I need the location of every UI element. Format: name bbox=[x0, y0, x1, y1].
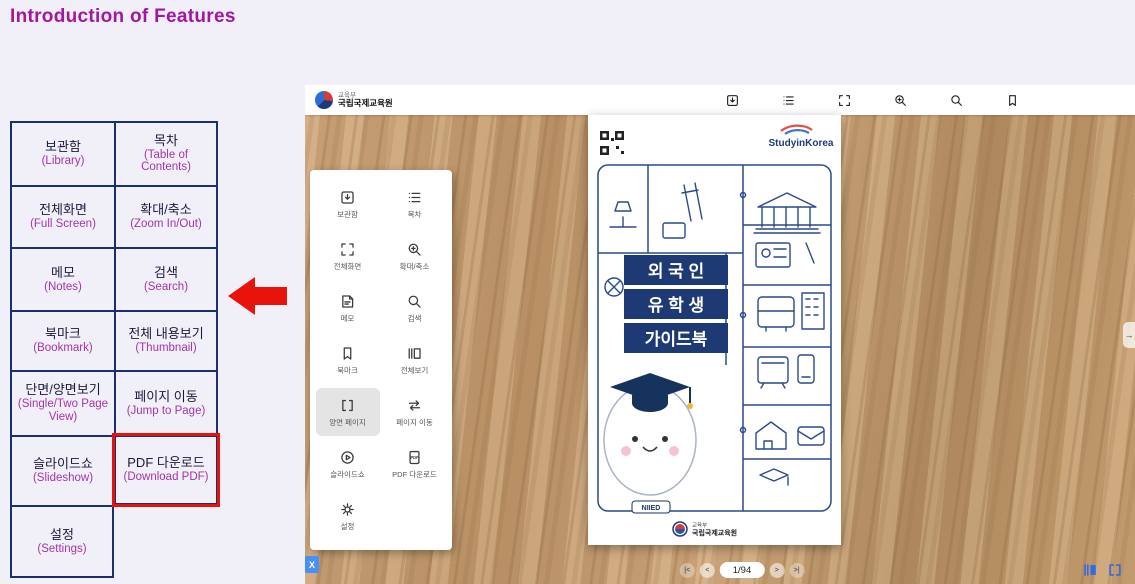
bookmark-icon bbox=[339, 345, 356, 362]
svg-text:PDF: PDF bbox=[410, 454, 419, 459]
pdf-icon: PDF bbox=[406, 449, 423, 466]
svg-text:가이드북: 가이드북 bbox=[645, 330, 708, 349]
studyinkorea-logo: StudyinKorea bbox=[768, 126, 833, 149]
viewer-header: 교육부 국립국제교육원 bbox=[305, 85, 1135, 115]
toolbar-search-button[interactable] bbox=[948, 92, 964, 108]
legend-cell-slideshow: 슬라이드쇼 (Slideshow) bbox=[10, 435, 114, 505]
menu-item-thumbnail[interactable]: 전체보기 bbox=[383, 336, 447, 384]
legend-cell-settings: 설정 (Settings) bbox=[10, 505, 114, 578]
menu-item-slideshow[interactable]: 슬라이드쇼 bbox=[316, 440, 380, 488]
library-icon bbox=[725, 93, 740, 108]
page: Introduction of Features 보관함 (Library) 목… bbox=[0, 0, 1135, 584]
legend-cell-notes: 메모 (Notes) bbox=[10, 247, 114, 310]
library-icon bbox=[339, 189, 356, 206]
toolbar-library-button[interactable] bbox=[724, 92, 740, 108]
feature-legend-table: 보관함 (Library) 목차 (Table of Contents) 전체화… bbox=[10, 121, 218, 578]
legend-cell-toc: 목차 (Table of Contents) bbox=[114, 121, 218, 185]
menu-close-button[interactable]: X bbox=[305, 556, 319, 573]
legend-cell-thumbnail: 전체 내용보기 (Thumbnail) bbox=[114, 310, 218, 370]
menu-item-fullscreen[interactable]: 전체화면 bbox=[316, 232, 380, 280]
slideshow-icon bbox=[339, 449, 356, 466]
viewer-menu-panel: 보관함 목차 전체화면 확대/축소 메모 검색 bbox=[310, 170, 452, 550]
prev-page-button[interactable]: < bbox=[700, 563, 715, 578]
svg-text:StudyinKorea: StudyinKorea bbox=[768, 138, 833, 149]
toolbar-fullscreen-button[interactable] bbox=[836, 92, 852, 108]
legend-cell-zoom: 확대/축소 (Zoom In/Out) bbox=[114, 185, 218, 247]
legend-cell-search: 검색 (Search) bbox=[114, 247, 218, 310]
cover-publisher: 교육부 국립국제교육원 bbox=[673, 522, 737, 537]
search-icon bbox=[406, 293, 423, 310]
legend-cell-jump: 페이지 이동 (Jump to Page) bbox=[114, 370, 218, 435]
next-page-button[interactable]: > bbox=[769, 563, 784, 578]
niied-logo-icon bbox=[315, 91, 333, 109]
viewer-toolbar bbox=[724, 92, 1020, 108]
bottom-right-controls bbox=[1082, 562, 1123, 578]
red-arrow-head bbox=[228, 277, 255, 315]
toolbar-toc-button[interactable] bbox=[780, 92, 796, 108]
thumbnail-icon bbox=[406, 345, 423, 362]
last-page-button[interactable]: >| bbox=[789, 563, 804, 578]
page-indicator[interactable]: 1/94 bbox=[720, 562, 765, 578]
menu-item-pdf-download[interactable]: PDF PDF 다운로드 bbox=[383, 440, 447, 488]
menu-item-memo[interactable]: 메모 bbox=[316, 284, 380, 332]
legend-cell-library: 보관함 (Library) bbox=[10, 121, 114, 185]
fullscreen-icon bbox=[339, 241, 356, 258]
qr-code-icon bbox=[600, 131, 624, 155]
ebook-viewer: 교육부 국립국제교육원 bbox=[305, 85, 1135, 584]
menu-item-settings[interactable]: 설정 bbox=[316, 492, 380, 540]
toolbar-zoom-button[interactable] bbox=[892, 92, 908, 108]
menu-item-two-page[interactable]: 양면 페이지 bbox=[316, 388, 380, 436]
first-page-button[interactable]: |< bbox=[680, 563, 695, 578]
svg-text:NIIED: NIIED bbox=[642, 505, 661, 512]
book-cover-page[interactable]: StudyinKorea bbox=[588, 115, 841, 545]
svg-text:교육부: 교육부 bbox=[692, 522, 707, 529]
next-page-edge-button[interactable]: → bbox=[1123, 322, 1135, 348]
legend-cell-pdf-download: PDF 다운로드 (Download PDF) bbox=[114, 435, 218, 505]
fullscreen-icon bbox=[837, 93, 852, 108]
legend-cell-empty bbox=[114, 505, 218, 578]
svg-text:외 국 인: 외 국 인 bbox=[648, 262, 704, 281]
toc-icon bbox=[406, 189, 423, 206]
zoom-icon bbox=[406, 241, 423, 258]
search-icon bbox=[949, 93, 964, 108]
jump-page-icon bbox=[406, 397, 423, 414]
svg-text:국립국제교육원: 국립국제교육원 bbox=[692, 528, 737, 537]
settings-icon bbox=[339, 501, 356, 518]
menu-item-search[interactable]: 검색 bbox=[383, 284, 447, 332]
two-page-icon bbox=[339, 397, 356, 414]
memo-icon bbox=[339, 293, 356, 310]
book-cover-art: StudyinKorea bbox=[588, 115, 841, 545]
page-navigation: |< < 1/94 > >| bbox=[680, 562, 805, 578]
svg-text:유 학 생: 유 학 생 bbox=[648, 296, 704, 315]
page-title: Introduction of Features bbox=[10, 6, 236, 28]
red-arrow bbox=[228, 277, 287, 315]
menu-item-library[interactable]: 보관함 bbox=[316, 180, 380, 228]
legend-cell-fullscreen: 전체화면 (Full Screen) bbox=[10, 185, 114, 247]
red-arrow-shaft bbox=[255, 287, 287, 305]
zoom-icon bbox=[893, 93, 908, 108]
brand-org: 국립국제교육원 bbox=[338, 99, 393, 108]
menu-item-bookmark[interactable]: 북마크 bbox=[316, 336, 380, 384]
toolbar-bookmark-button[interactable] bbox=[1004, 92, 1020, 108]
toc-icon bbox=[781, 93, 796, 108]
mascot-character: NIIED bbox=[604, 373, 696, 513]
book-title: 외 국 인 유 학 생 가이드북 bbox=[624, 255, 728, 353]
fullscreen-toggle-icon[interactable] bbox=[1107, 562, 1123, 578]
legend-cell-bookmark: 북마크 (Bookmark) bbox=[10, 310, 114, 370]
two-page-view-icon[interactable] bbox=[1082, 562, 1098, 578]
menu-item-toc[interactable]: 목차 bbox=[383, 180, 447, 228]
viewer-brand: 교육부 국립국제교육원 bbox=[315, 91, 393, 109]
menu-item-jump-page[interactable]: 페이지 이동 bbox=[383, 388, 447, 436]
bookmark-icon bbox=[1005, 93, 1020, 108]
menu-item-zoom[interactable]: 확대/축소 bbox=[383, 232, 447, 280]
legend-cell-pageview: 단면/양면보기 (Single/Two Page View) bbox=[10, 370, 114, 435]
